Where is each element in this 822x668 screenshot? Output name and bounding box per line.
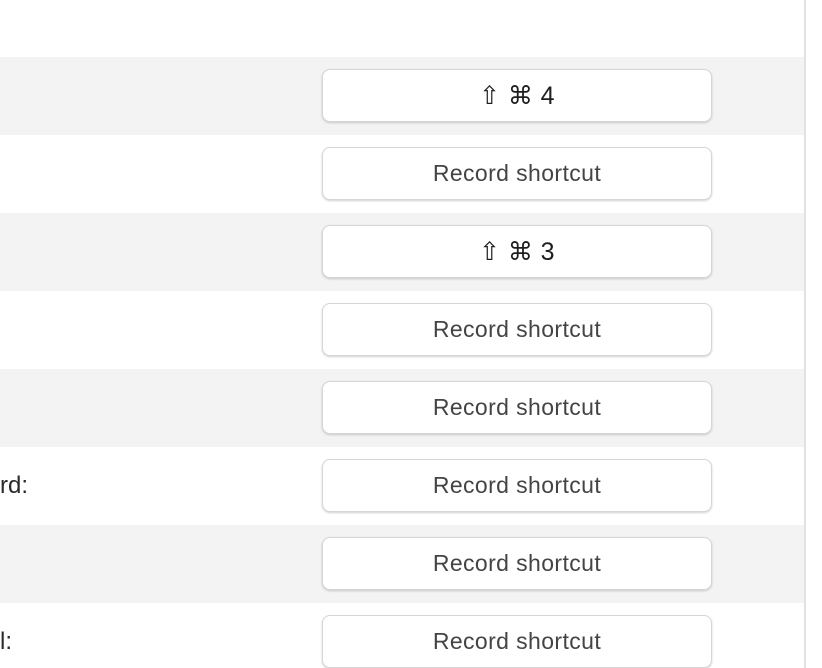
shortcut-row: Record shortcut — [0, 135, 804, 213]
record-shortcut-button[interactable]: Record shortcut — [322, 381, 712, 434]
shortcut-recorder-button[interactable]: ⇧ ⌘ 3 — [322, 225, 712, 278]
shortcut-row: l: Record shortcut — [0, 603, 804, 668]
record-shortcut-button[interactable]: Record shortcut — [322, 303, 712, 356]
shortcut-row-label: l: — [0, 628, 12, 655]
record-shortcut-button[interactable]: Record shortcut — [322, 147, 712, 200]
shortcut-row: Record shortcut — [0, 369, 804, 447]
window-gutter — [806, 0, 822, 668]
shortcut-row-label: rd: — [0, 472, 29, 499]
shortcut-row: ⇧ ⌘ 4 — [0, 57, 804, 135]
shortcut-recorder-button[interactable]: ⇧ ⌘ 4 — [322, 69, 712, 122]
shortcuts-list: ⇧ ⌘ 4 Record shortcut ⇧ ⌘ 3 Record short… — [0, 0, 804, 668]
preferences-window: ⇧ ⌘ 4 Record shortcut ⇧ ⌘ 3 Record short… — [0, 0, 822, 668]
record-shortcut-button[interactable]: Record shortcut — [322, 537, 712, 590]
shortcut-row: Record shortcut — [0, 291, 804, 369]
record-shortcut-button[interactable]: Record shortcut — [322, 459, 712, 512]
record-shortcut-button[interactable]: Record shortcut — [322, 615, 712, 668]
shortcut-row: ⇧ ⌘ 3 — [0, 213, 804, 291]
shortcut-row: rd: Record shortcut — [0, 447, 804, 525]
top-area — [0, 0, 804, 57]
shortcut-row: Record shortcut — [0, 525, 804, 603]
